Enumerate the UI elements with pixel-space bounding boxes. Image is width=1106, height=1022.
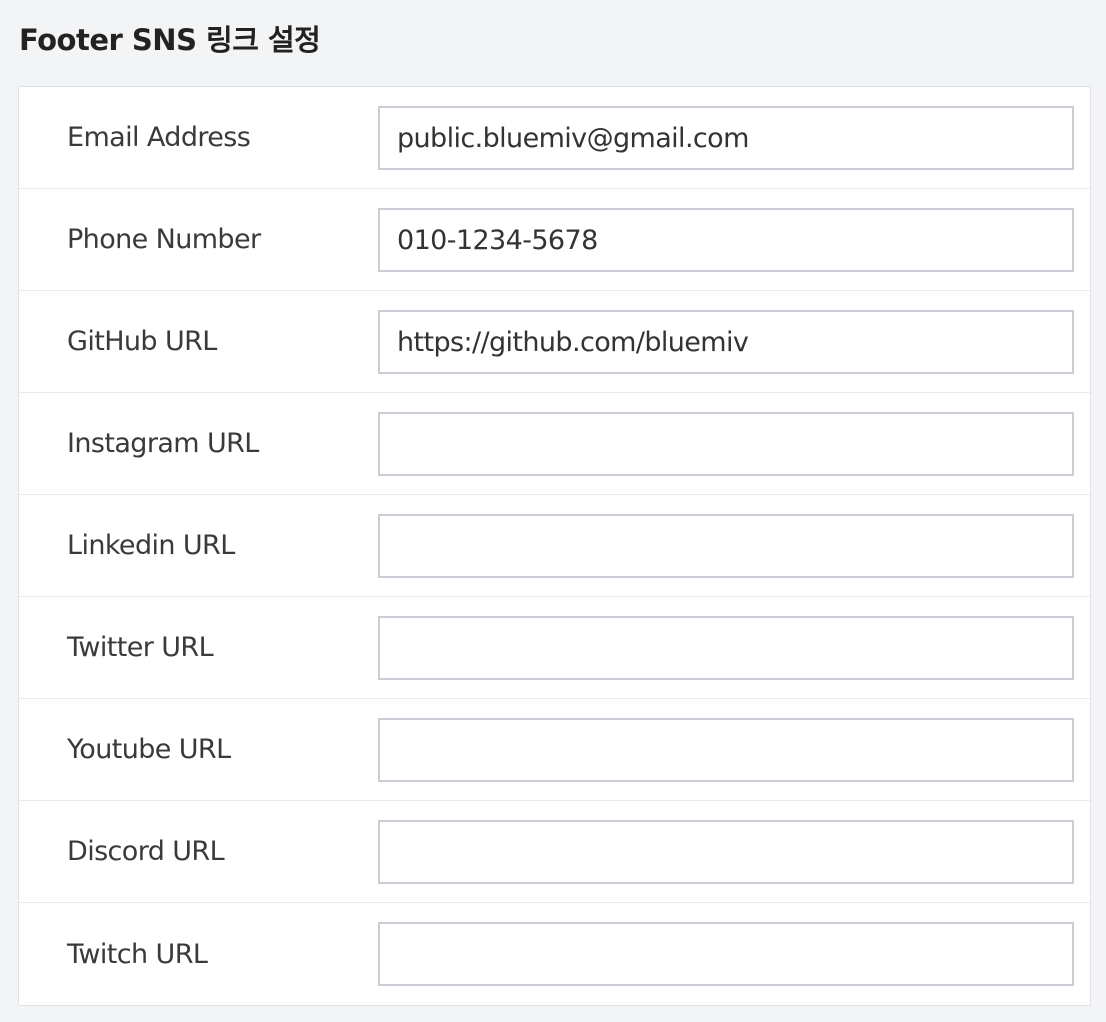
twitter-url-field[interactable] — [378, 616, 1074, 680]
settings-row-discord: Discord URL — [19, 801, 1090, 903]
youtube-url-field[interactable] — [378, 718, 1074, 782]
settings-row-twitch: Twitch URL — [19, 903, 1090, 1005]
phone-field[interactable] — [378, 208, 1074, 272]
settings-row-email: Email Address — [19, 87, 1090, 189]
github-url-field[interactable] — [378, 310, 1074, 374]
instagram-url-field[interactable] — [378, 412, 1074, 476]
twitter-label: Twitter URL — [67, 632, 214, 663]
linkedin-label: Linkedin URL — [67, 530, 235, 561]
settings-row-twitter: Twitter URL — [19, 597, 1090, 699]
settings-row-phone: Phone Number — [19, 189, 1090, 291]
settings-row-youtube: Youtube URL — [19, 699, 1090, 801]
discord-label: Discord URL — [67, 836, 225, 867]
settings-row-linkedin: Linkedin URL — [19, 495, 1090, 597]
twitch-url-field[interactable] — [378, 922, 1074, 986]
github-label: GitHub URL — [67, 326, 217, 357]
sns-settings-table: Email Address Phone Number GitHub URL In… — [18, 86, 1091, 1006]
section-title: Footer SNS 링크 설정 — [19, 23, 321, 57]
email-label: Email Address — [67, 122, 251, 153]
discord-url-field[interactable] — [378, 820, 1074, 884]
settings-row-github: GitHub URL — [19, 291, 1090, 393]
linkedin-url-field[interactable] — [378, 514, 1074, 578]
settings-row-instagram: Instagram URL — [19, 393, 1090, 495]
instagram-label: Instagram URL — [67, 428, 259, 459]
phone-label: Phone Number — [67, 224, 261, 255]
email-field[interactable] — [378, 106, 1074, 170]
youtube-label: Youtube URL — [67, 734, 231, 765]
twitch-label: Twitch URL — [67, 938, 208, 970]
